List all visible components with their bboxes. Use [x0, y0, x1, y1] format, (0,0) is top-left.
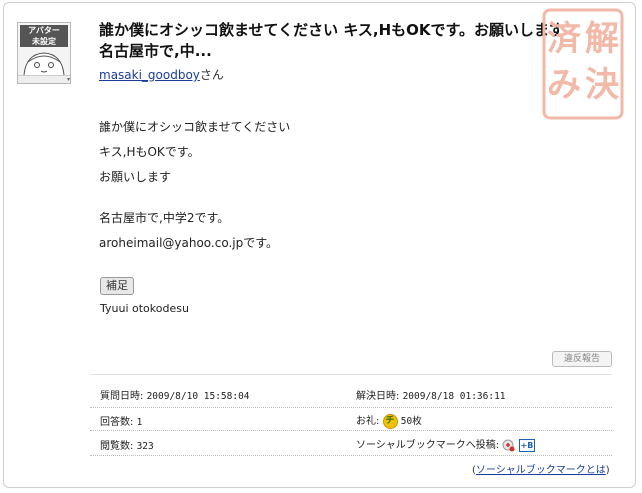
resolved-date-value: 2009/8/18 01:36:11 [402, 391, 506, 402]
answer-count-value: 1 [136, 417, 143, 428]
add-bookmark-icon[interactable] [502, 439, 515, 452]
divider [90, 430, 612, 431]
supplement-label: 補足 [100, 277, 134, 295]
view-count: 閲覧数: 323 [100, 437, 154, 452]
asker-suffix: さん [199, 68, 224, 82]
avatar[interactable]: アバター 未設定 ▾ [17, 22, 71, 84]
stamp-char: 済 [547, 19, 582, 59]
avatar-banner-line2: 未設定 [32, 37, 56, 46]
resolved-date-label: 解決日時: [356, 391, 400, 402]
view-count-label: 閲覧数: [100, 441, 134, 452]
asked-date-label: 質問日時: [100, 391, 144, 402]
avatar-dropdown-icon[interactable]: ▾ [18, 75, 70, 83]
stamp-char: 解 [585, 19, 619, 59]
answer-count: 回答数: 1 [100, 413, 142, 428]
avatar-face-icon [23, 52, 65, 75]
hatena-bookmark-icon[interactable]: +B [518, 438, 536, 452]
social-bookmark: ソーシャルブックマークへ投稿: +B [356, 436, 536, 452]
divider [90, 455, 612, 456]
view-count-value: 323 [136, 441, 154, 452]
body-line: 誰か僕にオシッコ飲ませてください [99, 120, 291, 134]
coin-icon: チ [382, 413, 398, 429]
divider [90, 374, 612, 375]
asked-date: 質問日時: 2009/8/10 15:58:04 [100, 387, 250, 402]
divider [90, 407, 612, 408]
supplement-text: Tyuui otokodesu [100, 302, 189, 315]
stamp-char: 決 [585, 65, 619, 105]
reward-value: 50枚 [400, 416, 422, 427]
stamp-char: み [547, 65, 581, 105]
social-help-close: ) [605, 465, 610, 476]
reward: お礼: チ 50枚 [356, 412, 422, 429]
body-line: aroheimail@yahoo.co.jpです。 [99, 236, 279, 250]
resolved-stamp-icon: 解 決 済 み [542, 8, 624, 120]
asked-date-value: 2009/8/10 15:58:04 [146, 391, 250, 402]
social-bookmark-label: ソーシャルブックマークへ投稿: [356, 440, 500, 451]
body-line: 名古屋市で,中学2です。 [99, 211, 230, 225]
report-button[interactable]: 違反報告 [552, 351, 612, 367]
reward-label: お礼: [356, 416, 380, 427]
question-title: 誰か僕にオシッコ飲ませてください キス,HもOKです。お願いします 名古屋市で,… [99, 21, 565, 60]
social-help: (ソーシャルブックマークとは) [472, 461, 610, 476]
avatar-banner: アバター 未設定 [20, 25, 68, 47]
body-line: キス,HもOKです。 [99, 145, 200, 159]
resolved-date: 解決日時: 2009/8/18 01:36:11 [356, 387, 506, 402]
avatar-banner-line1: アバター [28, 26, 60, 35]
asker-link[interactable]: masaki_goodboy [99, 68, 200, 82]
hatena-bookmark-label: B [527, 440, 534, 450]
answer-count-label: 回答数: [100, 417, 134, 428]
asker: masaki_goodboyさん [99, 66, 224, 83]
body-line: お願いします [99, 170, 172, 184]
social-help-link[interactable]: ソーシャルブックマークとは [476, 465, 606, 476]
